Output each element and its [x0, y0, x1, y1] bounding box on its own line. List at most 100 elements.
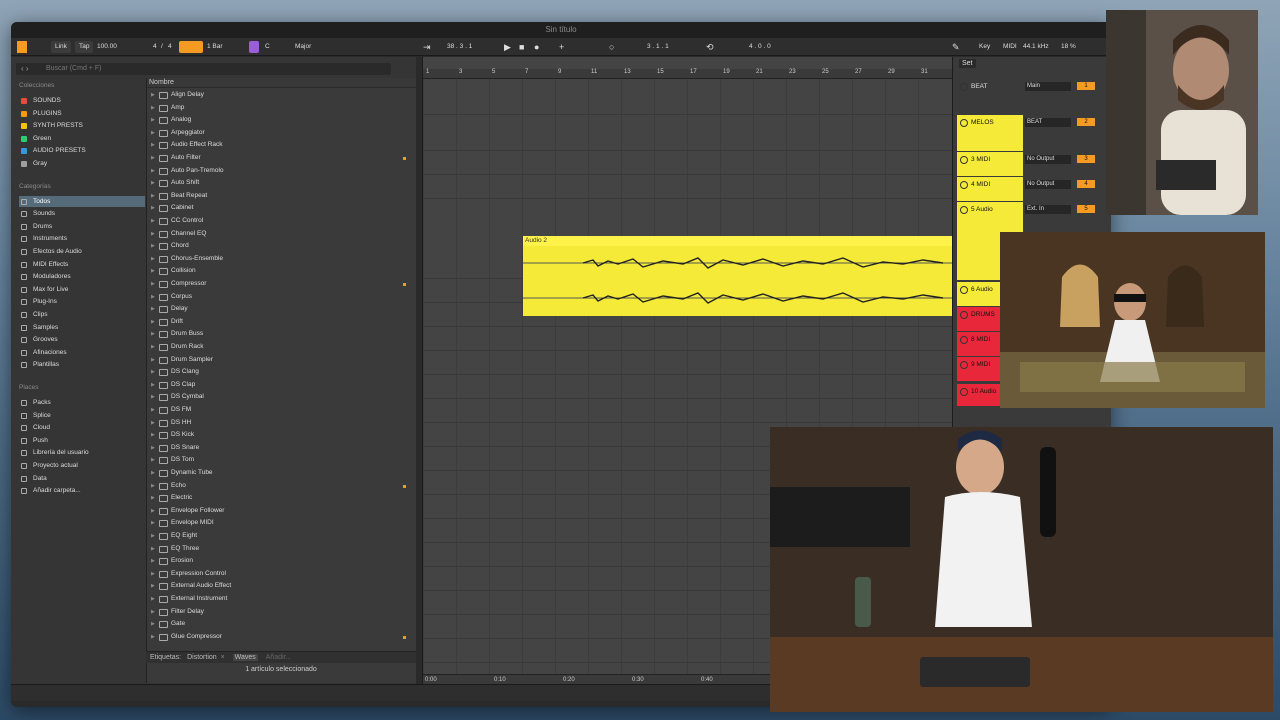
place-item[interactable]: Añadir carpeta...	[19, 485, 145, 496]
device-list-item[interactable]: ▶ Envelope MIDI	[147, 517, 417, 530]
track-activator[interactable]: 2	[1077, 118, 1095, 126]
expand-arrow-icon[interactable]: ▶	[151, 328, 155, 341]
track-lane[interactable]	[423, 115, 952, 151]
expand-arrow-icon[interactable]: ▶	[151, 429, 155, 442]
midi-map-button[interactable]: MIDI	[1003, 41, 1017, 53]
expand-arrow-icon[interactable]: ▶	[151, 127, 155, 140]
device-list-item[interactable]: ▶ Auto Filter	[147, 152, 417, 165]
fold-icon[interactable]	[960, 156, 968, 164]
device-list-item[interactable]: ▶ Envelope Follower	[147, 505, 417, 518]
output-select[interactable]: BEAT	[1025, 118, 1071, 127]
output-select[interactable]: No Output	[1025, 180, 1071, 189]
device-list-item[interactable]: ▶ Drift	[147, 316, 417, 329]
category-item[interactable]: Plantillas	[19, 359, 145, 370]
sig-den[interactable]: 4	[168, 41, 172, 53]
expand-arrow-icon[interactable]: ▶	[151, 391, 155, 404]
tag-remove-icon[interactable]: ×	[221, 654, 225, 661]
scale-select[interactable]: Major	[295, 41, 311, 53]
expand-arrow-icon[interactable]: ▶	[151, 454, 155, 467]
expand-arrow-icon[interactable]: ▶	[151, 190, 155, 203]
place-item[interactable]: Proyecto actual	[19, 460, 145, 471]
expand-arrow-icon[interactable]: ▶	[151, 467, 155, 480]
fold-icon[interactable]	[960, 181, 968, 189]
fold-icon[interactable]	[960, 286, 968, 294]
tag-add[interactable]: Añadir...	[266, 654, 292, 661]
category-item[interactable]: Plug-Ins	[19, 296, 145, 307]
expand-arrow-icon[interactable]: ▶	[151, 492, 155, 505]
device-list-item[interactable]: ▶ Echo	[147, 480, 417, 493]
device-list-item[interactable]: ▶ EQ Three	[147, 543, 417, 556]
expand-arrow-icon[interactable]: ▶	[151, 480, 155, 493]
device-list-item[interactable]: ▶ Drum Sampler	[147, 354, 417, 367]
expand-arrow-icon[interactable]: ▶	[151, 366, 155, 379]
track-header[interactable]: BEAT	[957, 79, 1023, 113]
category-item[interactable]: Samples	[19, 322, 145, 333]
device-list-item[interactable]: ▶ Arpeggiator	[147, 127, 417, 140]
expand-arrow-icon[interactable]: ▶	[151, 379, 155, 392]
track-lane[interactable]	[423, 175, 952, 199]
loop-switch-icon[interactable]: ⟲	[706, 41, 714, 53]
bar-ruler[interactable]: 1 3 5 7 9 11 13 15 17 19 21 23 25 27 29 31	[423, 69, 952, 79]
expand-arrow-icon[interactable]: ▶	[151, 165, 155, 178]
fold-icon[interactable]	[960, 336, 968, 344]
expand-arrow-icon[interactable]: ▶	[151, 404, 155, 417]
expand-arrow-icon[interactable]: ▶	[151, 417, 155, 430]
expand-arrow-icon[interactable]: ▶	[151, 228, 155, 241]
fold-icon[interactable]	[960, 311, 968, 319]
expand-arrow-icon[interactable]: ▶	[151, 442, 155, 455]
device-list-item[interactable]: ▶ DS HH	[147, 417, 417, 430]
expand-arrow-icon[interactable]: ▶	[151, 215, 155, 228]
expand-arrow-icon[interactable]: ▶	[151, 316, 155, 329]
sig-num[interactable]: 4	[153, 41, 157, 53]
collection-item[interactable]: SYNTH PRESTS	[19, 120, 145, 131]
collection-item[interactable]: PLUGINS	[19, 108, 145, 119]
expand-arrow-icon[interactable]: ▶	[151, 517, 155, 530]
expand-arrow-icon[interactable]: ▶	[151, 177, 155, 190]
record-icon[interactable]: ●	[534, 41, 539, 53]
collection-item[interactable]: Gray	[19, 158, 145, 169]
tag-distortion[interactable]: Distortion	[187, 654, 217, 661]
key-select[interactable]: C	[265, 41, 270, 53]
collection-item[interactable]: SOUNDS	[19, 95, 145, 106]
category-item[interactable]: Moduladores	[19, 271, 145, 282]
device-list-item[interactable]: ▶ External Audio Effect	[147, 580, 417, 593]
expand-arrow-icon[interactable]: ▶	[151, 555, 155, 568]
fold-icon[interactable]	[960, 119, 968, 127]
device-list-item[interactable]: ▶ Erosion	[147, 555, 417, 568]
category-item[interactable]: Todos	[19, 195, 145, 207]
quantize-select[interactable]: 1 Bar	[207, 41, 223, 53]
device-list-item[interactable]: ▶ Cabinet	[147, 202, 417, 215]
expand-arrow-icon[interactable]: ▶	[151, 505, 155, 518]
track-lane[interactable]	[423, 375, 952, 399]
expand-arrow-icon[interactable]: ▶	[151, 291, 155, 304]
device-list-item[interactable]: ▶ Beat Repeat	[147, 190, 417, 203]
expand-arrow-icon[interactable]: ▶	[151, 202, 155, 215]
track-header[interactable]: 4 MIDI	[957, 177, 1023, 201]
device-list-item[interactable]: ▶ Chorus-Ensemble	[147, 253, 417, 266]
device-list-item[interactable]: ▶ DS Tom	[147, 454, 417, 467]
tap-button[interactable]: Tap	[75, 41, 94, 53]
place-item[interactable]: Librería del usuario	[19, 447, 145, 458]
device-list-item[interactable]: ▶ Amp	[147, 102, 417, 115]
fold-icon[interactable]	[960, 388, 968, 396]
draw-mode-icon[interactable]: ✎	[952, 41, 960, 53]
key-map-button[interactable]: Key	[979, 41, 990, 53]
browser-search-input[interactable]: Buscar (Cmd + F)	[16, 63, 391, 75]
device-list-item[interactable]: ▶ Audio Effect Rack	[147, 139, 417, 152]
device-list-item[interactable]: ▶ Compressor	[147, 278, 417, 291]
expand-arrow-icon[interactable]: ▶	[151, 278, 155, 291]
collection-item[interactable]: AUDIO PRESETS	[19, 145, 145, 156]
category-item[interactable]: MIDI Effects	[19, 259, 145, 270]
device-list-item[interactable]: ▶ Dynamic Tube	[147, 467, 417, 480]
category-item[interactable]: Efectos de Audio	[19, 246, 145, 257]
device-list-item[interactable]: ▶ DS Clang	[147, 366, 417, 379]
place-item[interactable]: Cloud	[19, 422, 145, 433]
track-activator[interactable]: 3	[1077, 155, 1095, 163]
device-list-item[interactable]: ▶ DS FM	[147, 404, 417, 417]
device-list-item[interactable]: ▶ DS Clap	[147, 379, 417, 392]
overdub-icon[interactable]: +	[559, 41, 564, 53]
expand-arrow-icon[interactable]: ▶	[151, 265, 155, 278]
output-select[interactable]: No Output	[1025, 155, 1071, 164]
fold-icon[interactable]	[960, 206, 968, 214]
device-list-item[interactable]: ▶ Expression Control	[147, 568, 417, 581]
